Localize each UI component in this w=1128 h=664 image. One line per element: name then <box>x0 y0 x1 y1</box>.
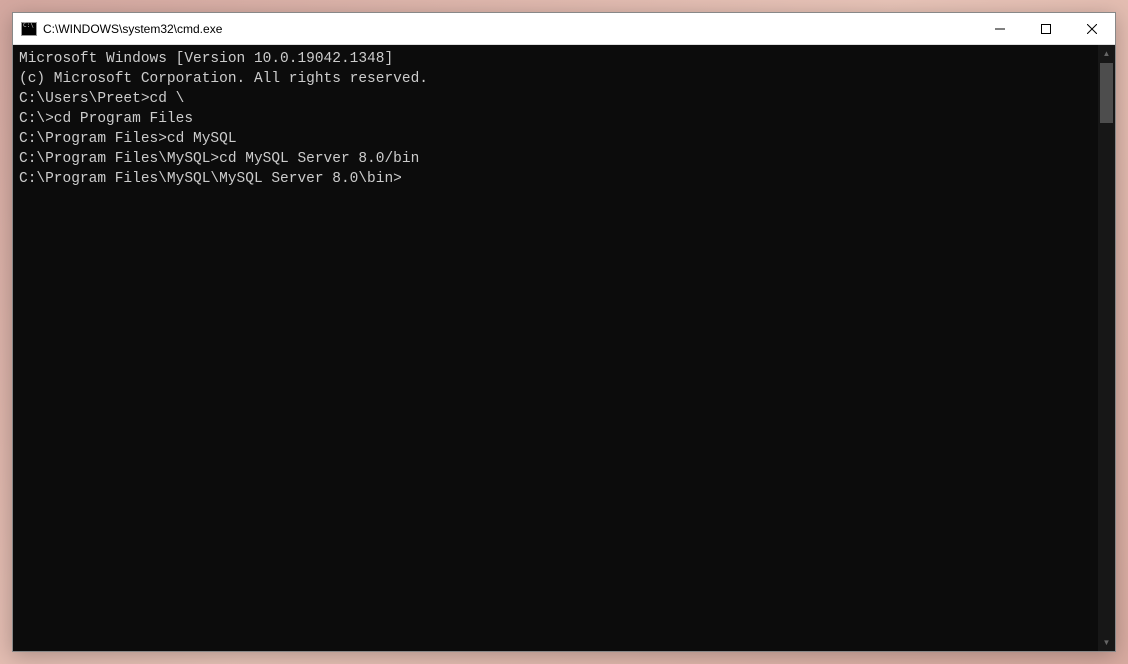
scrollbar-thumb[interactable] <box>1100 63 1113 123</box>
cmd-icon <box>21 21 37 37</box>
terminal-line: Microsoft Windows [Version 10.0.19042.13… <box>19 49 1092 69</box>
terminal-line: C:\>cd Program Files <box>19 109 1092 129</box>
terminal-line: C:\Program Files\MySQL>cd MySQL Server 8… <box>19 149 1092 169</box>
scrollbar-down-arrow-icon[interactable]: ▼ <box>1098 634 1115 651</box>
maximize-button[interactable] <box>1023 13 1069 44</box>
terminal-line: C:\Program Files>cd MySQL <box>19 129 1092 149</box>
close-icon <box>1087 24 1097 34</box>
titlebar[interactable]: C:\WINDOWS\system32\cmd.exe <box>13 13 1115 45</box>
close-button[interactable] <box>1069 13 1115 44</box>
maximize-icon <box>1041 24 1051 34</box>
window-title: C:\WINDOWS\system32\cmd.exe <box>43 22 977 36</box>
terminal-content[interactable]: Microsoft Windows [Version 10.0.19042.13… <box>13 45 1098 651</box>
terminal-area: Microsoft Windows [Version 10.0.19042.13… <box>13 45 1115 651</box>
minimize-icon <box>995 24 1005 34</box>
terminal-line: C:\Program Files\MySQL\MySQL Server 8.0\… <box>19 169 1092 189</box>
terminal-line: C:\Users\Preet>cd \ <box>19 89 1092 109</box>
minimize-button[interactable] <box>977 13 1023 44</box>
terminal-line: (c) Microsoft Corporation. All rights re… <box>19 69 1092 89</box>
command-prompt-window: C:\WINDOWS\system32\cmd.exe Microsoft Wi <box>12 12 1116 652</box>
vertical-scrollbar[interactable]: ▲ ▼ <box>1098 45 1115 651</box>
scrollbar-up-arrow-icon[interactable]: ▲ <box>1098 45 1115 62</box>
window-controls <box>977 13 1115 44</box>
